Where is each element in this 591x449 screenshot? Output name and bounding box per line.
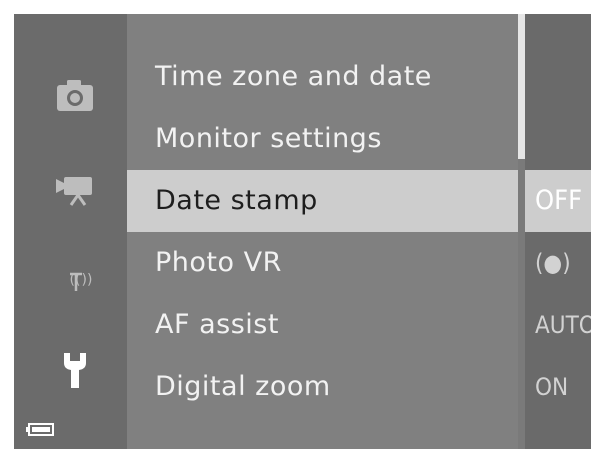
svg-text:)): )) (82, 272, 93, 288)
movie-camera-icon[interactable] (54, 167, 96, 209)
value-digital-zoom: ON (535, 373, 569, 401)
wireless-icon[interactable]: (( )) (54, 257, 96, 299)
value-af-assist: AUTO (535, 311, 591, 339)
wrench-icon[interactable] (54, 350, 96, 392)
value-date-stamp: OFF (525, 170, 591, 232)
menu-values-column: OFF (●) AUTO ON (525, 14, 591, 449)
scrollbar-thumb[interactable] (518, 14, 525, 159)
menu-scrollbar[interactable] (518, 14, 525, 449)
menu-item-photo-vr[interactable]: Photo VR (127, 232, 525, 294)
menu-item-time-zone-and-date[interactable]: Time zone and date (127, 46, 525, 108)
mode-sidebar: (( )) (14, 14, 127, 449)
setup-menu-list: Time zone and date Monitor settings Date… (127, 14, 525, 449)
value-photo-vr: (●) (535, 249, 571, 277)
menu-item-af-assist[interactable]: AF assist (127, 294, 525, 356)
camera-icon[interactable] (54, 74, 96, 116)
battery-icon (26, 421, 54, 436)
menu-item-digital-zoom[interactable]: Digital zoom (127, 356, 525, 418)
menu-item-monitor-settings[interactable]: Monitor settings (127, 108, 525, 170)
menu-item-date-stamp[interactable]: Date stamp (127, 170, 525, 232)
camera-setup-screen: (( )) Time zone and date Monitor setting… (14, 14, 591, 449)
